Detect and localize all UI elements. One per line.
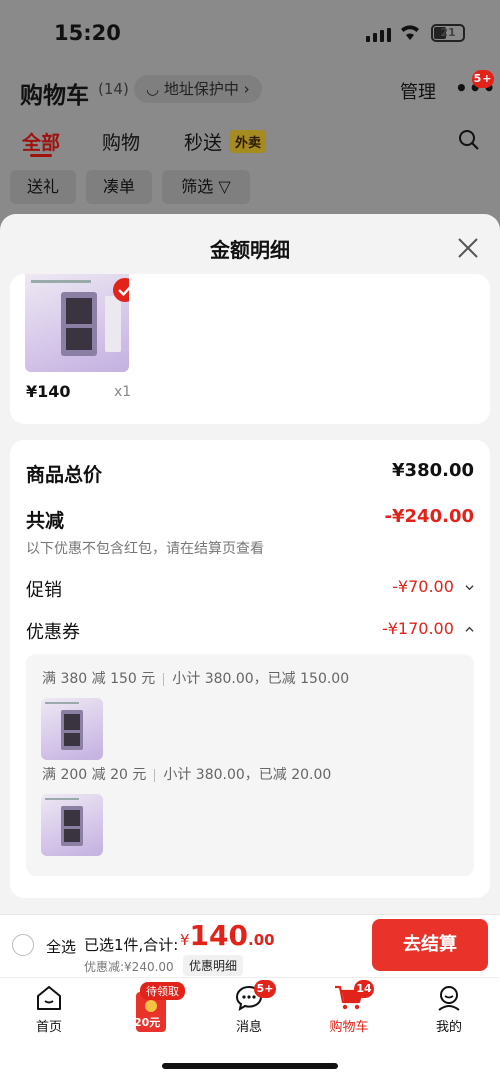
promo-value: -¥70.00 <box>392 577 454 596</box>
filter-chips: 送礼 凑单 筛选 ▽ <box>0 168 500 208</box>
chip-filter-label: 筛选 <box>181 177 214 196</box>
coupon-line: 满 200 减 20 元小计 380.00，已减 20.00 <box>42 764 331 784</box>
battery-icon: 21 <box>431 24 465 42</box>
total-yen: ¥ <box>180 931 190 949</box>
coupon-product-thumb[interactable] <box>41 794 103 856</box>
reduce-value: -¥240.00 <box>384 506 474 527</box>
signal-icon <box>366 28 391 42</box>
nav-cart[interactable]: 14 购物车 <box>314 980 384 1035</box>
total-dec: .00 <box>248 931 275 949</box>
bottom-nav: 首页 待领取 20元 5+ 消息 14 购物车 我的 <box>0 977 500 1041</box>
reduce-label: 共减 <box>26 510 65 532</box>
profile-icon <box>438 986 460 1011</box>
coupon-product-thumb[interactable] <box>41 698 103 760</box>
address-protect-button[interactable]: ◡ 地址保护中 › <box>134 75 262 103</box>
coupon-value: -¥170.00 <box>381 619 454 638</box>
coupon-toggle[interactable]: -¥170.00 <box>382 619 474 638</box>
nav-mine[interactable]: 我的 <box>414 984 484 1035</box>
checkout-button[interactable]: 去结算 <box>372 919 488 971</box>
home-indicator <box>162 1063 338 1069</box>
cart-badge: 14 <box>354 980 374 998</box>
nav-mine-label: 我的 <box>435 1020 462 1035</box>
tab-underline <box>30 154 52 157</box>
search-icon[interactable] <box>458 129 480 151</box>
price-summary-card: 商品总价 ¥380.00 共减 -¥240.00 以下优惠不包含红包，请在结算页… <box>10 440 490 898</box>
total-value: ¥380.00 <box>392 460 474 481</box>
filter-icon: ▽ <box>218 177 231 196</box>
nav-home[interactable]: 首页 <box>14 984 84 1035</box>
chip-filter[interactable]: 筛选 ▽ <box>162 170 250 204</box>
chip-gift[interactable]: 送礼 <box>10 170 76 204</box>
coupon-detail: 小计 380.00，已减 20.00 <box>163 767 332 783</box>
messages-badge: 5+ <box>254 980 276 998</box>
promo-toggle[interactable]: -¥70.00 <box>392 577 474 596</box>
product-qty: x1 <box>114 384 132 400</box>
chevron-down-icon <box>465 585 474 591</box>
cart-header: 购物车 (14) ◡ 地址保护中 › 管理 ••• 5+ 全部 购物 秒送 外卖… <box>0 66 500 216</box>
page-title: 购物车 <box>20 83 89 109</box>
total-amount: ¥140.00 <box>180 919 275 952</box>
coupon-detail-box: 满 380 减 150 元小计 380.00，已减 150.00 满 200 减… <box>26 654 474 876</box>
shield-icon: ◡ <box>146 80 164 98</box>
chip-bundle[interactable]: 凑单 <box>86 170 152 204</box>
address-protect-label: 地址保护中 <box>163 80 239 98</box>
tab-all[interactable]: 全部 <box>22 128 60 155</box>
chevron-up-icon <box>465 626 474 632</box>
select-all-radio[interactable] <box>12 934 34 956</box>
product-card: ¥140 x1 <box>10 274 490 424</box>
status-time: 15:20 <box>54 21 121 45</box>
manage-button[interactable]: 管理 <box>400 78 436 104</box>
more-button[interactable]: ••• 5+ <box>455 70 496 100</box>
discount-text: 优惠减:¥240.00 <box>84 960 174 974</box>
coupon-pill: 待领取 <box>140 982 185 1000</box>
nav-cart-label: 购物车 <box>329 1020 369 1035</box>
coupon-label: 优惠券 <box>26 622 80 643</box>
product-price: ¥140 <box>26 382 71 401</box>
coupon-amount: 20元 <box>134 1016 161 1029</box>
coupon-detail: 小计 380.00，已减 150.00 <box>172 671 350 687</box>
total-int: 140 <box>189 919 248 952</box>
discount-detail-button[interactable]: 优惠明细 <box>183 955 244 976</box>
cart-count: (14) <box>98 80 129 98</box>
tab-shopping[interactable]: 购物 <box>102 128 140 155</box>
chevron-right-icon: › <box>243 80 250 98</box>
nav-messages[interactable]: 5+ 消息 <box>214 980 284 1035</box>
status-bar: 15:20 21 <box>0 0 500 66</box>
thumb-illustration <box>45 702 83 750</box>
promo-label: 促销 <box>26 580 62 601</box>
product-image[interactable] <box>25 274 129 372</box>
nav-home-label: 首页 <box>35 1020 62 1035</box>
select-all-label[interactable]: 全选 <box>46 936 76 957</box>
battery-level: 21 <box>440 26 456 39</box>
coupon-line: 满 380 减 150 元小计 380.00，已减 150.00 <box>42 668 349 688</box>
total-label: 商品总价 <box>26 464 103 486</box>
thumb-illustration <box>45 798 83 846</box>
wifi-icon <box>401 25 419 40</box>
home-icon <box>37 986 61 1010</box>
coupon-rule: 满 380 减 150 元 <box>42 671 156 687</box>
tab-instant[interactable]: 秒送 <box>184 128 222 155</box>
coupon-rule: 满 200 减 20 元 <box>42 767 147 783</box>
selected-text: 已选1件,合计: <box>84 936 179 954</box>
waimai-tag: 外卖 <box>230 130 267 153</box>
tab-bar: 全部 购物 秒送 外卖 <box>0 124 500 164</box>
sheet-title: 金额明细 <box>210 238 290 262</box>
checkout-bar: 全选 已选1件,合计: ¥140.00 优惠减:¥240.00 优惠明细 去结算… <box>0 914 500 1082</box>
discount-note: 以下优惠不包含红包，请在结算页查看 <box>26 541 264 557</box>
more-badge: 5+ <box>472 70 494 88</box>
nav-messages-label: 消息 <box>235 1020 262 1035</box>
close-icon[interactable] <box>456 236 480 260</box>
selected-check-icon <box>113 278 129 302</box>
